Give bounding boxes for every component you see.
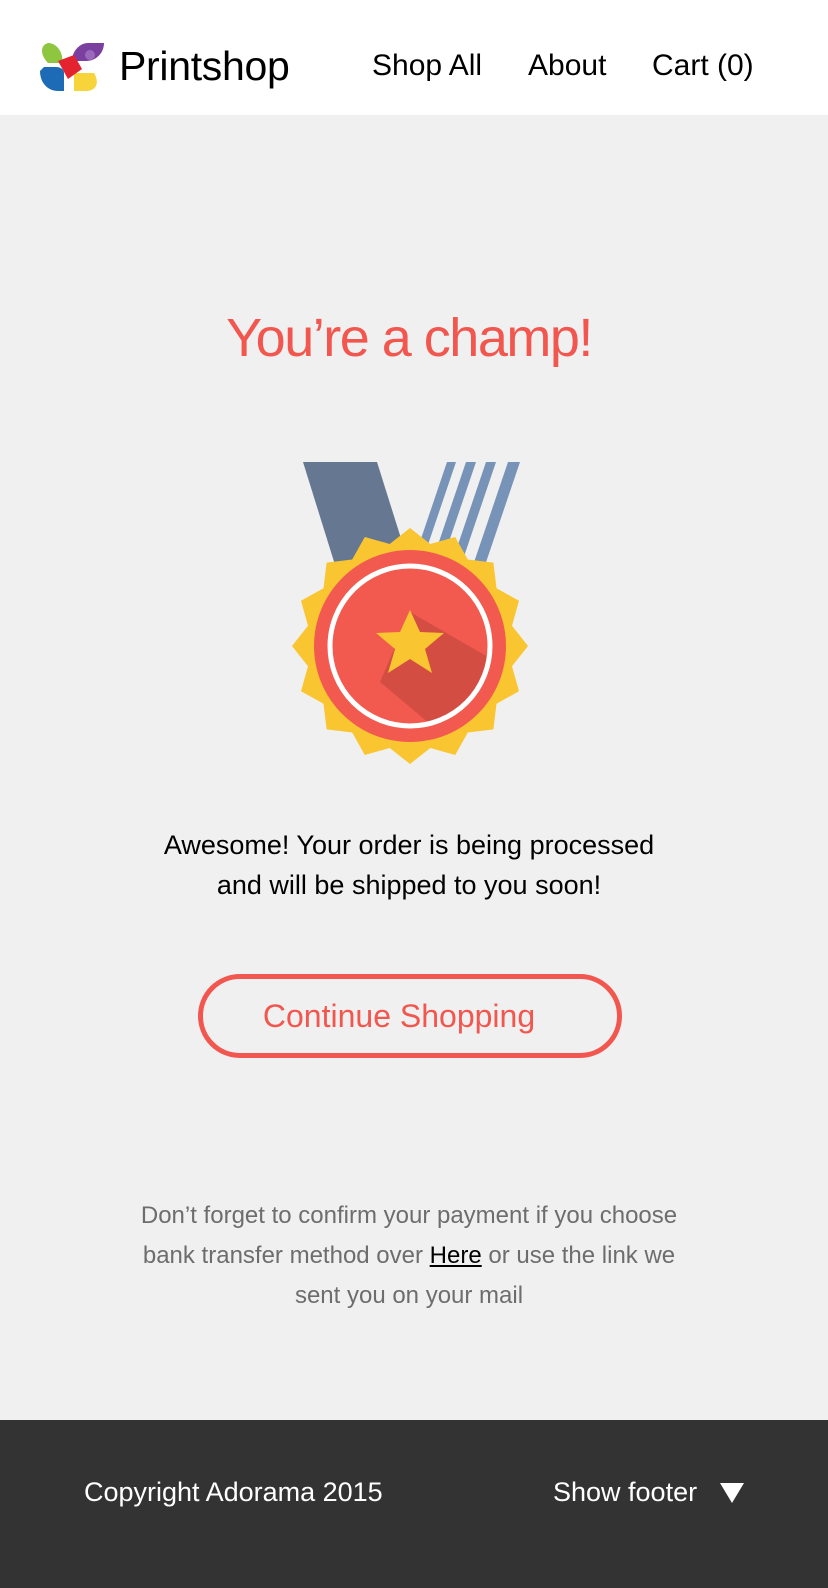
payment-note: Don’t forget to confirm your payment if … <box>0 1196 818 1316</box>
message-line-1: Awesome! Your order is being processed <box>163 830 655 860</box>
note-text-suffix: or use the link we <box>481 1242 676 1269</box>
message-line-2: and will be shipped to you soon! <box>216 870 602 900</box>
medal-icon <box>292 462 528 764</box>
printshop-logo-icon[interactable] <box>38 41 106 93</box>
page-title: You’re a champ! <box>226 308 593 368</box>
brand-name[interactable]: Printshop <box>119 40 290 92</box>
nav-about[interactable]: About <box>528 46 606 86</box>
here-link[interactable]: Here <box>430 1242 482 1269</box>
footer: Copyright Adorama 2015 Show footer <box>0 1420 828 1588</box>
note-line-3: sent you on your mail <box>294 1282 524 1309</box>
copyright-text: Copyright Adorama 2015 <box>84 1477 383 1507</box>
show-footer-toggle[interactable]: Show footer <box>553 1472 697 1512</box>
nav-shop-all[interactable]: Shop All <box>372 46 482 86</box>
nav-cart[interactable]: Cart (0) <box>652 46 754 86</box>
note-line-1: Don’t forget to confirm your payment if … <box>140 1202 678 1229</box>
header: Printshop Shop All About Cart (0) <box>0 0 828 115</box>
note-text-prefix: bank transfer method over <box>142 1242 430 1269</box>
note-line-2: bank transfer method over Here or use th… <box>0 1236 818 1276</box>
confirmation-message: Awesome! Your order is being processed a… <box>0 825 818 905</box>
caret-down-icon[interactable] <box>720 1483 744 1503</box>
continue-shopping-button[interactable]: Continue Shopping <box>198 974 622 1058</box>
